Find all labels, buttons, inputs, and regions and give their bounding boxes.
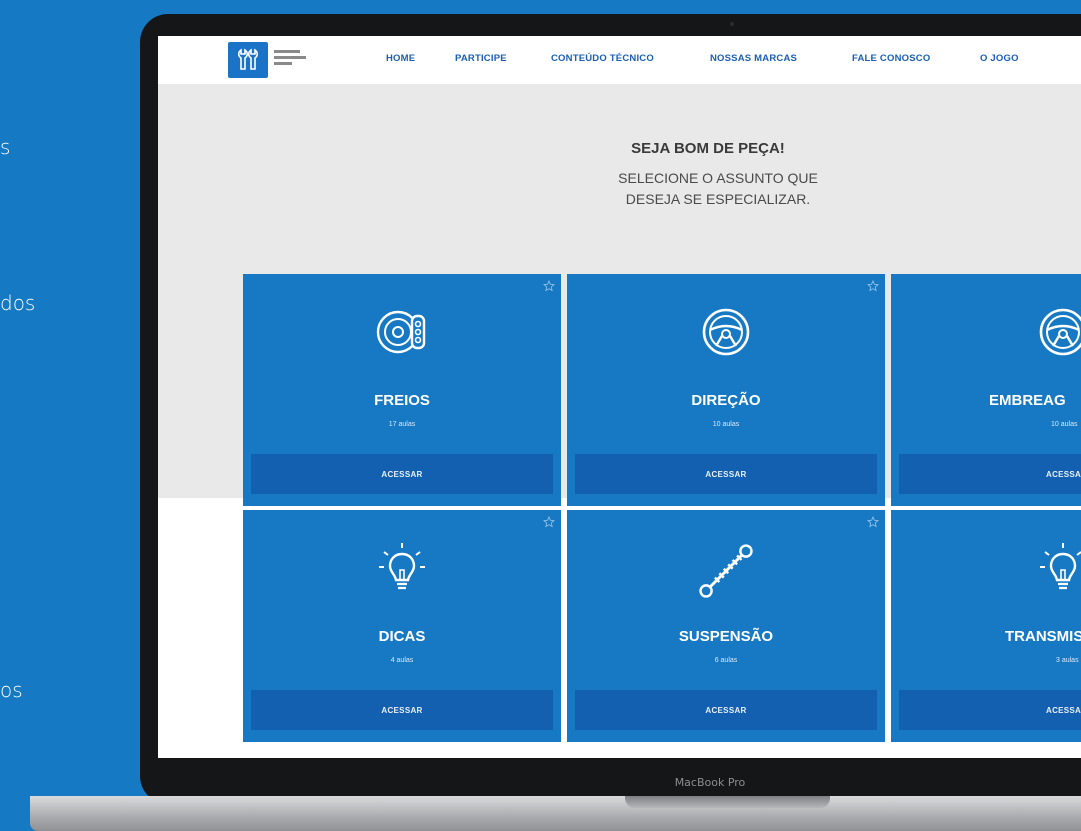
- side-text-1: s: [0, 135, 11, 159]
- course-card-dicas[interactable]: DICAS 4 aulas ACESSAR: [243, 510, 561, 742]
- card-lesson-count: 10 aulas: [1051, 421, 1078, 428]
- favorite-star-icon[interactable]: [867, 516, 879, 528]
- side-text-2: dos: [0, 291, 36, 315]
- access-button[interactable]: ACESSAR: [575, 690, 877, 730]
- wrench-logo-icon: [237, 48, 259, 70]
- logo[interactable]: [228, 42, 268, 78]
- course-card-direcao[interactable]: DIREÇÃO 10 aulas ACESSAR: [567, 274, 885, 506]
- access-button[interactable]: ACESSAR: [251, 690, 553, 730]
- camera: [730, 22, 734, 26]
- logo-wordmark: [274, 50, 310, 70]
- access-button[interactable]: ACESSAR: [251, 454, 553, 494]
- page-subtitle-line1: SELECIONE O ASSUNTO QUE: [618, 170, 818, 186]
- favorite-star-icon[interactable]: [867, 280, 879, 292]
- card-title: TRANSMIS: [1005, 628, 1081, 645]
- card-title: DICAS: [378, 628, 426, 645]
- course-card-transmissao[interactable]: TRANSMIS 3 aulas ACESSAR: [891, 510, 1081, 742]
- steering-wheel-icon: [1039, 308, 1081, 356]
- page-subtitle-line2: DESEJA SE ESPECIALIZAR.: [625, 191, 811, 207]
- nav-o-jogo[interactable]: O JOGO: [980, 53, 1019, 64]
- side-text-3: os: [0, 678, 23, 702]
- nav-home[interactable]: HOME: [386, 53, 415, 64]
- shock-absorber-icon: [699, 544, 753, 598]
- laptop-screen: HOME PARTICIPE CONTEÚDO TÉCNICO NOSSAS M…: [158, 36, 1081, 758]
- card-lesson-count: 6 aulas: [714, 657, 738, 664]
- card-title: SUSPENSÃO: [678, 628, 774, 645]
- page-title: SEJA BOM DE PEÇA!: [631, 140, 785, 157]
- laptop-base: [30, 796, 1081, 831]
- laptop-notch: [625, 796, 830, 808]
- nav-participe[interactable]: PARTICIPE: [455, 53, 507, 64]
- access-button[interactable]: ACESSAR: [899, 690, 1081, 730]
- page-subtitle: SELECIONE O ASSUNTO QUE DESEJA SE ESPECI…: [583, 168, 853, 210]
- brake-disc-icon: [376, 310, 426, 354]
- nav-nossas-marcas[interactable]: NOSSAS MARCAS: [710, 53, 797, 64]
- card-lesson-count: 10 aulas: [712, 421, 740, 428]
- top-nav: HOME PARTICIPE CONTEÚDO TÉCNICO NOSSAS M…: [158, 36, 1081, 84]
- card-lesson-count: 17 aulas: [388, 421, 416, 428]
- course-card-freios[interactable]: FREIOS 17 aulas ACESSAR: [243, 274, 561, 506]
- card-title: EMBREAG: [989, 392, 1066, 409]
- nav-conteudo-tecnico[interactable]: CONTEÚDO TÉCNICO: [551, 53, 654, 64]
- card-title: DIREÇÃO: [691, 392, 761, 409]
- card-lesson-count: 4 aulas: [390, 657, 414, 664]
- favorite-star-icon[interactable]: [543, 516, 555, 528]
- course-card-suspensao[interactable]: SUSPENSÃO 6 aulas ACESSAR: [567, 510, 885, 742]
- card-lesson-count: 3 aulas: [1056, 657, 1079, 664]
- access-button[interactable]: ACESSAR: [899, 454, 1081, 494]
- access-button[interactable]: ACESSAR: [575, 454, 877, 494]
- steering-wheel-icon: [702, 308, 750, 356]
- lightbulb-icon: [1040, 543, 1081, 590]
- lightbulb-icon: [379, 543, 425, 590]
- favorite-star-icon[interactable]: [543, 280, 555, 292]
- nav-fale-conosco[interactable]: FALE CONOSCO: [852, 53, 930, 64]
- card-title: FREIOS: [374, 392, 430, 409]
- laptop-model-label: MacBook Pro: [674, 776, 746, 789]
- course-card-embreagem[interactable]: EMBREAG 10 aulas ACESSAR: [891, 274, 1081, 506]
